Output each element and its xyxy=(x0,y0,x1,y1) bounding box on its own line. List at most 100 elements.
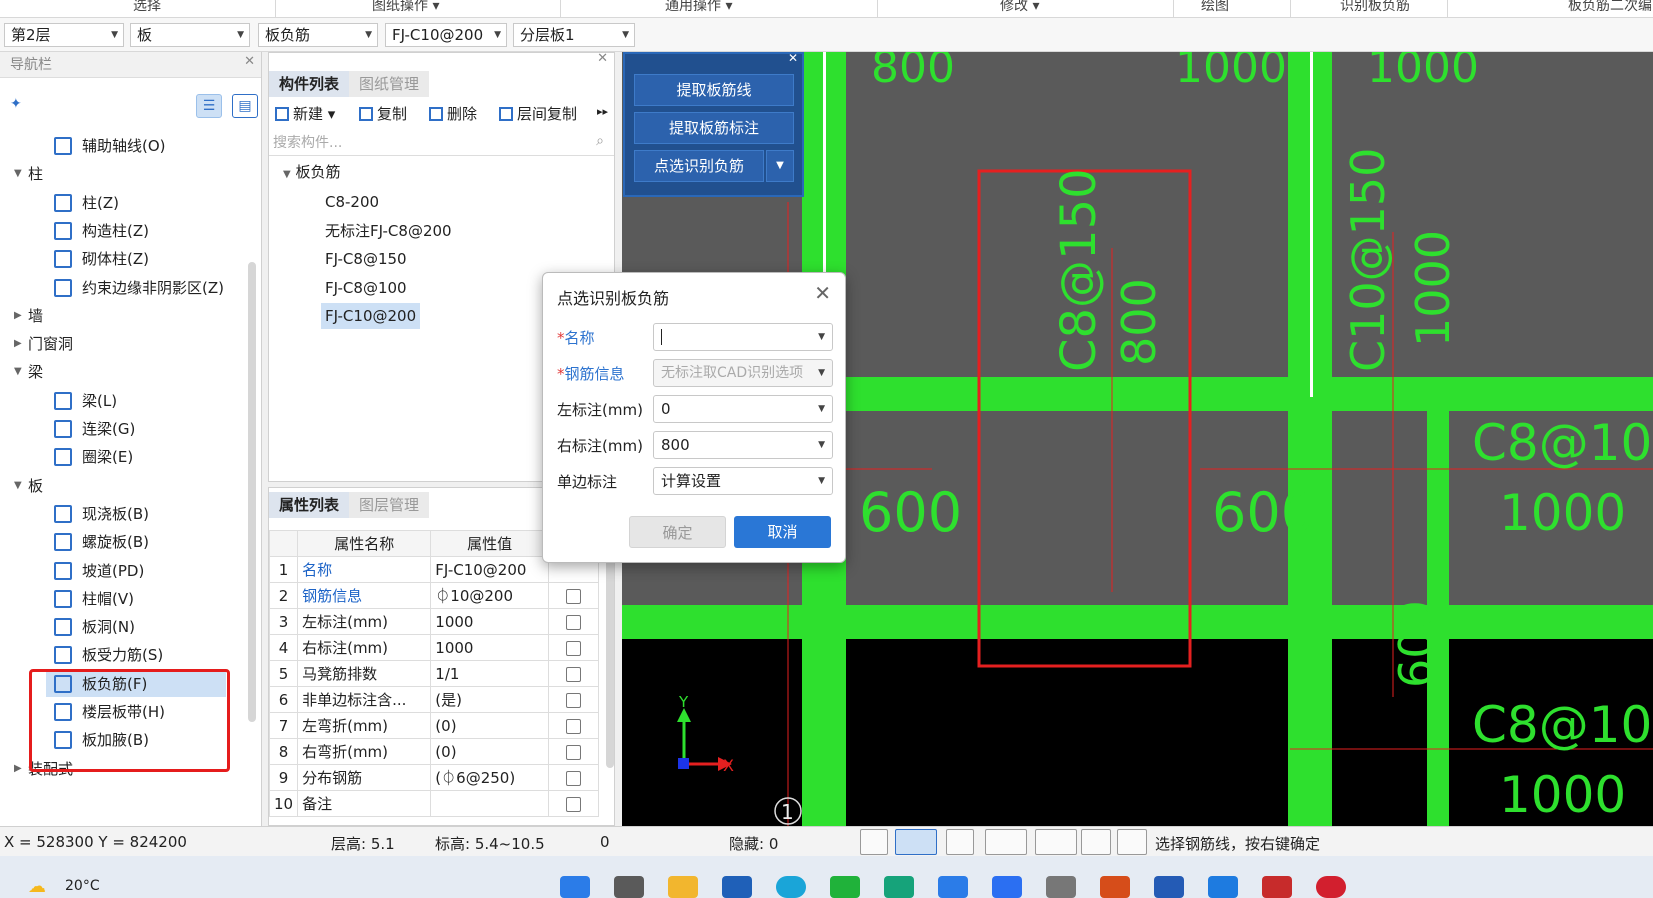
property-row[interactable]: 10 备注 xyxy=(268,790,599,817)
property-value[interactable]: (0) xyxy=(430,738,549,765)
nav-scrollbar[interactable] xyxy=(248,262,256,722)
edge-icon[interactable] xyxy=(776,876,806,898)
caret-right-icon[interactable]: ▶ xyxy=(14,755,22,783)
floor-select[interactable]: 第2层 ▼ xyxy=(4,23,124,47)
type-select[interactable]: 板负筋 ▼ xyxy=(258,23,378,47)
settings-icon[interactable] xyxy=(1046,876,1076,898)
attach-checkbox[interactable] xyxy=(566,770,581,786)
caret-right-icon[interactable]: ▶ xyxy=(14,330,22,358)
ribbon-group-select[interactable]: 选择 xyxy=(133,0,161,15)
component-item[interactable]: FJ-C10@200 xyxy=(321,303,421,329)
attach-checkbox[interactable] xyxy=(566,744,581,760)
property-value[interactable]: FJ-C10@200 xyxy=(430,556,549,583)
nav-item[interactable]: 辅助轴线(O) xyxy=(0,132,240,160)
property-value[interactable]: 1/1 xyxy=(430,660,549,687)
sparkle-icon[interactable]: ✦ xyxy=(10,96,22,112)
property-row[interactable]: 2 钢筋信息 ⏀10@200 xyxy=(268,582,599,609)
ortho-icon[interactable] xyxy=(860,829,888,855)
ribbon-group-draw[interactable]: 绘图 xyxy=(1201,0,1229,15)
property-row[interactable]: 3 左标注(mm) 1000 xyxy=(268,608,599,635)
property-value[interactable]: 1000 xyxy=(430,634,549,661)
nav-group[interactable]: ▼ 梁 xyxy=(0,358,240,386)
layer-select[interactable]: 分层板1 ▼ xyxy=(513,23,635,47)
trace-icon[interactable] xyxy=(1117,829,1147,855)
file-explorer-icon[interactable] xyxy=(668,876,698,898)
start-icon[interactable] xyxy=(560,876,590,898)
component-item[interactable]: FJ-C8@150 xyxy=(321,246,411,272)
weather-icon[interactable]: ☁ xyxy=(28,876,46,897)
attach-checkbox[interactable] xyxy=(566,692,581,708)
ribbon-group-drawing-ops[interactable]: 图纸操作 ▾ xyxy=(372,0,439,15)
new-button[interactable]: 新建 ▾ xyxy=(275,103,335,124)
attach-checkbox[interactable] xyxy=(566,588,581,604)
offset-icon[interactable] xyxy=(1035,829,1077,855)
point-recognize-button[interactable]: 点选识别负筋 xyxy=(634,150,764,182)
property-row[interactable]: 5 马凳筋排数 1/1 xyxy=(268,660,599,687)
nav-item[interactable]: 砌体柱(Z) xyxy=(0,245,240,273)
wechat-icon[interactable] xyxy=(830,876,860,898)
ribbon-group-modify[interactable]: 修改 ▾ xyxy=(1000,0,1039,15)
nav-item[interactable]: 坡道(PD) xyxy=(0,557,240,585)
tab-layer-manage[interactable]: 图层管理 xyxy=(349,492,430,518)
app-icon[interactable] xyxy=(884,876,914,898)
nav-group[interactable]: ▼ 柱 xyxy=(0,160,240,188)
property-row[interactable]: 8 右弯折(mm) (0) xyxy=(268,738,599,765)
floor-copy-button[interactable]: 层间复制 xyxy=(499,103,577,124)
browser-icon[interactable] xyxy=(992,876,1022,898)
nav-item[interactable]: 圈梁(E) xyxy=(0,443,240,471)
attach-checkbox[interactable] xyxy=(566,718,581,734)
component-item[interactable]: 无标注FJ-C8@200 xyxy=(321,218,456,244)
snap-mode-icon[interactable] xyxy=(895,829,937,855)
music-icon[interactable] xyxy=(1316,876,1346,898)
close-icon[interactable]: ✕ xyxy=(814,281,831,305)
close-icon[interactable]: ✕ xyxy=(244,54,255,69)
cad-app-icon[interactable] xyxy=(1154,876,1184,898)
name-field[interactable]: ▼ xyxy=(653,323,833,351)
ribbon-group-secondary-edit[interactable]: 板负筋二次编 xyxy=(1568,0,1652,15)
nav-item[interactable]: 螺旋板(B) xyxy=(0,528,240,556)
attach-checkbox[interactable] xyxy=(566,666,581,682)
nav-item[interactable]: 构造柱(Z) xyxy=(0,217,240,245)
nav-item[interactable]: 连梁(G) xyxy=(0,415,240,443)
caret-down-icon[interactable]: ▼ xyxy=(14,160,22,188)
single-side-field[interactable]: 计算设置 ▼ xyxy=(653,467,833,495)
text-app-icon[interactable] xyxy=(1208,876,1238,898)
nav-item[interactable]: 板受力筋(S) xyxy=(0,641,240,669)
list-view-icon[interactable]: ☰ xyxy=(196,94,222,118)
detail-view-icon[interactable]: ▤ xyxy=(232,94,258,118)
nav-group[interactable]: ▼ 板 xyxy=(0,472,240,500)
extract-rebar-labels-button[interactable]: 提取板筋标注 xyxy=(634,112,794,144)
attach-checkbox[interactable] xyxy=(566,614,581,630)
extract-rebar-lines-button[interactable]: 提取板筋线 xyxy=(634,74,794,106)
left-label-field[interactable]: 0 ▼ xyxy=(653,395,833,423)
notes-icon[interactable] xyxy=(938,876,968,898)
nav-item[interactable]: 柱(Z) xyxy=(0,189,240,217)
nav-item[interactable]: 约束边缘非阴影区(Z) xyxy=(0,274,240,302)
search-input[interactable]: 搜索构件... xyxy=(269,130,614,156)
caret-down-icon[interactable]: ▼ xyxy=(14,472,22,500)
office-icon[interactable] xyxy=(1262,876,1292,898)
property-value[interactable]: (是) xyxy=(430,686,549,713)
property-row[interactable]: 6 非单边标注含... (是) xyxy=(268,686,599,713)
caret-right-icon[interactable]: ▶ xyxy=(14,302,22,330)
tab-drawing-manage[interactable]: 图纸管理 xyxy=(349,71,430,97)
close-icon[interactable]: ✕ xyxy=(788,51,798,65)
ribbon-group-recognize-neg-rebar[interactable]: 识别板负筋 xyxy=(1340,0,1410,15)
nav-item[interactable]: 板洞(N) xyxy=(0,613,240,641)
more-icon[interactable]: ▸▸ xyxy=(597,105,608,118)
property-value[interactable]: 1000 xyxy=(430,608,549,635)
nav-item[interactable]: 梁(L) xyxy=(0,387,240,415)
store-icon[interactable] xyxy=(722,876,752,898)
display-icon[interactable] xyxy=(1081,829,1111,855)
property-value[interactable] xyxy=(430,790,549,817)
right-label-field[interactable]: 800 ▼ xyxy=(653,431,833,459)
component-item[interactable]: FJ-C8@100 xyxy=(321,275,411,301)
nav-group[interactable]: ▶ 门窗洞 xyxy=(0,330,240,358)
rebar-info-field[interactable]: 无标注取CAD识别选项 ▼ xyxy=(653,359,833,387)
weather-temp[interactable]: 20°C xyxy=(65,878,100,894)
props-scrollbar[interactable] xyxy=(606,528,614,768)
tab-property-list[interactable]: 属性列表 xyxy=(269,492,350,518)
nav-group[interactable]: ▶ 墙 xyxy=(0,302,240,330)
ribbon-group-common-ops[interactable]: 通用操作 ▾ xyxy=(665,0,732,15)
game-icon[interactable] xyxy=(1100,876,1130,898)
